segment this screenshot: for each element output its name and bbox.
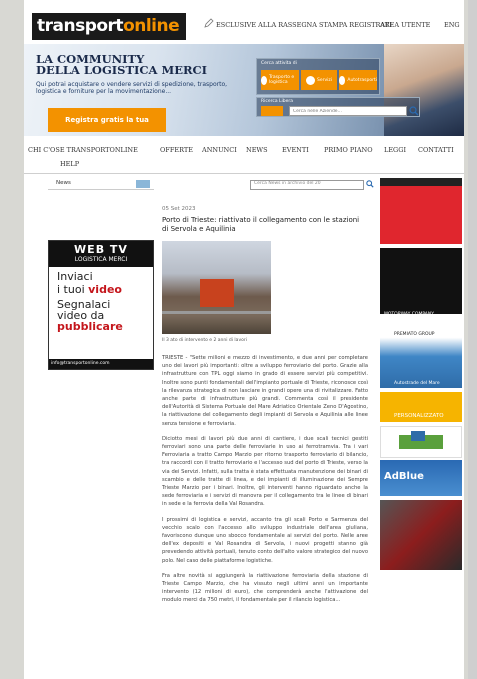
top-bar: transportonline ESCLUSIVE ALLA RASSEGNA … bbox=[24, 0, 464, 44]
news-badge bbox=[136, 180, 150, 188]
web-tv-header: WEB TV LOGISTICA MERCI bbox=[49, 241, 153, 267]
ad-motorway[interactable]: MOTORWAY COMPANY bbox=[380, 278, 462, 317]
article-paragraph: Fra altre novità si aggiungerà la riatti… bbox=[162, 572, 368, 604]
main-navigation: CHI C'OSE TRANSPORTONLINE OFFERTE ANNUNC… bbox=[24, 138, 464, 174]
logo-accent-text: online bbox=[123, 16, 180, 36]
free-search-panel: Ricerca Libera bbox=[256, 97, 420, 117]
register-link[interactable]: ESCLUSIVE ALLA RASSEGNA STAMPA REGISTRAT… bbox=[216, 21, 392, 29]
category-button-transport[interactable]: Trasporto e logistica bbox=[261, 70, 299, 90]
nav-item-offers[interactable]: OFFERTE bbox=[160, 146, 193, 154]
news-tab[interactable]: News bbox=[48, 178, 154, 190]
nav-item-events[interactable]: EVENTI bbox=[282, 146, 309, 154]
panel-label: Cerca attivita di bbox=[261, 61, 297, 66]
news-archive-search-input[interactable]: Cerca News in archivio del 20 bbox=[250, 180, 364, 190]
ad-strip-top[interactable] bbox=[380, 178, 462, 186]
banner-subtitle: Qui potrai acquistare o vendere servizi … bbox=[36, 81, 228, 95]
category-button-services[interactable]: Servizi bbox=[301, 70, 337, 90]
pencil-icon bbox=[204, 18, 214, 28]
web-tv-line2b: video bbox=[88, 283, 122, 296]
web-tv-line2a: i tuoi bbox=[57, 283, 89, 296]
ad-premiato-group[interactable]: PREMIATO GROUP Autostrade del Mare bbox=[380, 318, 462, 388]
company-search-input[interactable] bbox=[289, 106, 407, 116]
ad-text: AdBlue bbox=[384, 471, 424, 482]
search-icon[interactable] bbox=[409, 106, 419, 116]
web-tv-banner[interactable]: WEB TV LOGISTICA MERCI Inviaci i tuoi vi… bbox=[48, 240, 154, 370]
web-tv-title: WEB TV bbox=[74, 243, 128, 256]
handshake-image bbox=[384, 44, 464, 136]
category-label: Autotrasporti bbox=[347, 77, 377, 83]
web-tv-body: Inviaci i tuoi video Segnalaci video da … bbox=[49, 267, 153, 332]
trailer-icon bbox=[339, 75, 346, 85]
article-photo bbox=[162, 241, 271, 334]
article-date: 05 Set 2023 bbox=[162, 206, 196, 212]
article-paragraph: TRIESTE - "Sette milioni e mezzo di inve… bbox=[162, 355, 368, 427]
ad-text: MOTORWAY COMPANY bbox=[384, 312, 434, 317]
search-category-select[interactable] bbox=[261, 106, 283, 116]
web-tv-line1: Inviaci bbox=[57, 270, 93, 283]
article-title[interactable]: Porto di Trieste: riattivato il collegam… bbox=[162, 216, 362, 234]
logo-main-text: transport bbox=[37, 16, 124, 36]
nav-item-ads[interactable]: ANNUNCI bbox=[202, 146, 237, 154]
ad-text: Autostrade del Mare bbox=[394, 381, 440, 386]
news-tab-label: News bbox=[56, 180, 71, 186]
nav-item-contacts[interactable]: CONTATTI bbox=[418, 146, 454, 154]
web-tv-line5: pubblicare bbox=[57, 320, 123, 333]
register-cta-button[interactable]: Registra gratis la tua bbox=[48, 108, 166, 132]
article-body: TRIESTE - "Sette milioni e mezzo di inve… bbox=[162, 354, 368, 612]
photo-caption: Il 3 ato di intervento e 2 anni di lavor… bbox=[162, 338, 247, 343]
ad-yellow-banner[interactable]: PERSONALIZZATO bbox=[380, 392, 462, 422]
category-button-trucking[interactable]: Autotrasporti bbox=[339, 70, 377, 90]
hero-banner: LA COMMUNITY DELLA LOGISTICA MERCI Qui p… bbox=[24, 44, 464, 136]
tools-icon bbox=[305, 75, 315, 85]
ad-red-banner[interactable] bbox=[380, 186, 462, 244]
site-logo[interactable]: transportonline bbox=[32, 13, 186, 40]
web-tv-email[interactable]: info@transportonline.com bbox=[49, 359, 153, 369]
category-label: Trasporto e logistica bbox=[268, 75, 295, 85]
category-label: Servizi bbox=[316, 77, 332, 83]
nav-item-help[interactable]: HELP bbox=[60, 160, 79, 168]
activity-search-panel: Cerca attivita di Trasporto e logistica … bbox=[256, 58, 380, 95]
ad-adblue[interactable]: AdBlue bbox=[380, 460, 462, 496]
banner-title: LA COMMUNITY DELLA LOGISTICA MERCI bbox=[36, 53, 208, 77]
recycle-logo-icon bbox=[399, 431, 443, 449]
page: transportonline ESCLUSIVE ALLA RASSEGNA … bbox=[24, 0, 464, 679]
user-area-link[interactable]: AREA UTENTE bbox=[380, 21, 430, 29]
web-tv-subtitle: LOGISTICA MERCI bbox=[74, 256, 128, 263]
nav-item-highlights[interactable]: PRIMO PIANO bbox=[324, 146, 373, 154]
nav-item-news[interactable]: NEWS bbox=[246, 146, 268, 154]
locomotive-shape bbox=[200, 279, 234, 307]
article-paragraph: I prossimi di logistica e servizi, accan… bbox=[162, 516, 368, 564]
nav-item-about[interactable]: CHI C'OSE TRANSPORTONLINE bbox=[28, 146, 138, 154]
truck-icon bbox=[261, 75, 267, 85]
ad-ecology-banner[interactable] bbox=[380, 426, 462, 458]
ad-text: PERSONALIZZATO bbox=[394, 413, 444, 419]
banner-title-line2: DELLA LOGISTICA MERCI bbox=[36, 63, 208, 77]
search-icon[interactable] bbox=[366, 180, 374, 188]
article-paragraph: Diciotto mesi di lavori più due anni di … bbox=[162, 435, 368, 508]
nav-item-laws[interactable]: LEGGI bbox=[384, 146, 406, 154]
page-scrollbar[interactable] bbox=[468, 0, 477, 679]
free-search-label: Ricerca Libera bbox=[261, 99, 294, 104]
rail-shape bbox=[162, 311, 271, 314]
ad-text: PREMIATO GROUP bbox=[394, 332, 435, 337]
language-link[interactable]: ENG bbox=[444, 21, 460, 29]
ad-truck-banner[interactable] bbox=[380, 500, 462, 570]
